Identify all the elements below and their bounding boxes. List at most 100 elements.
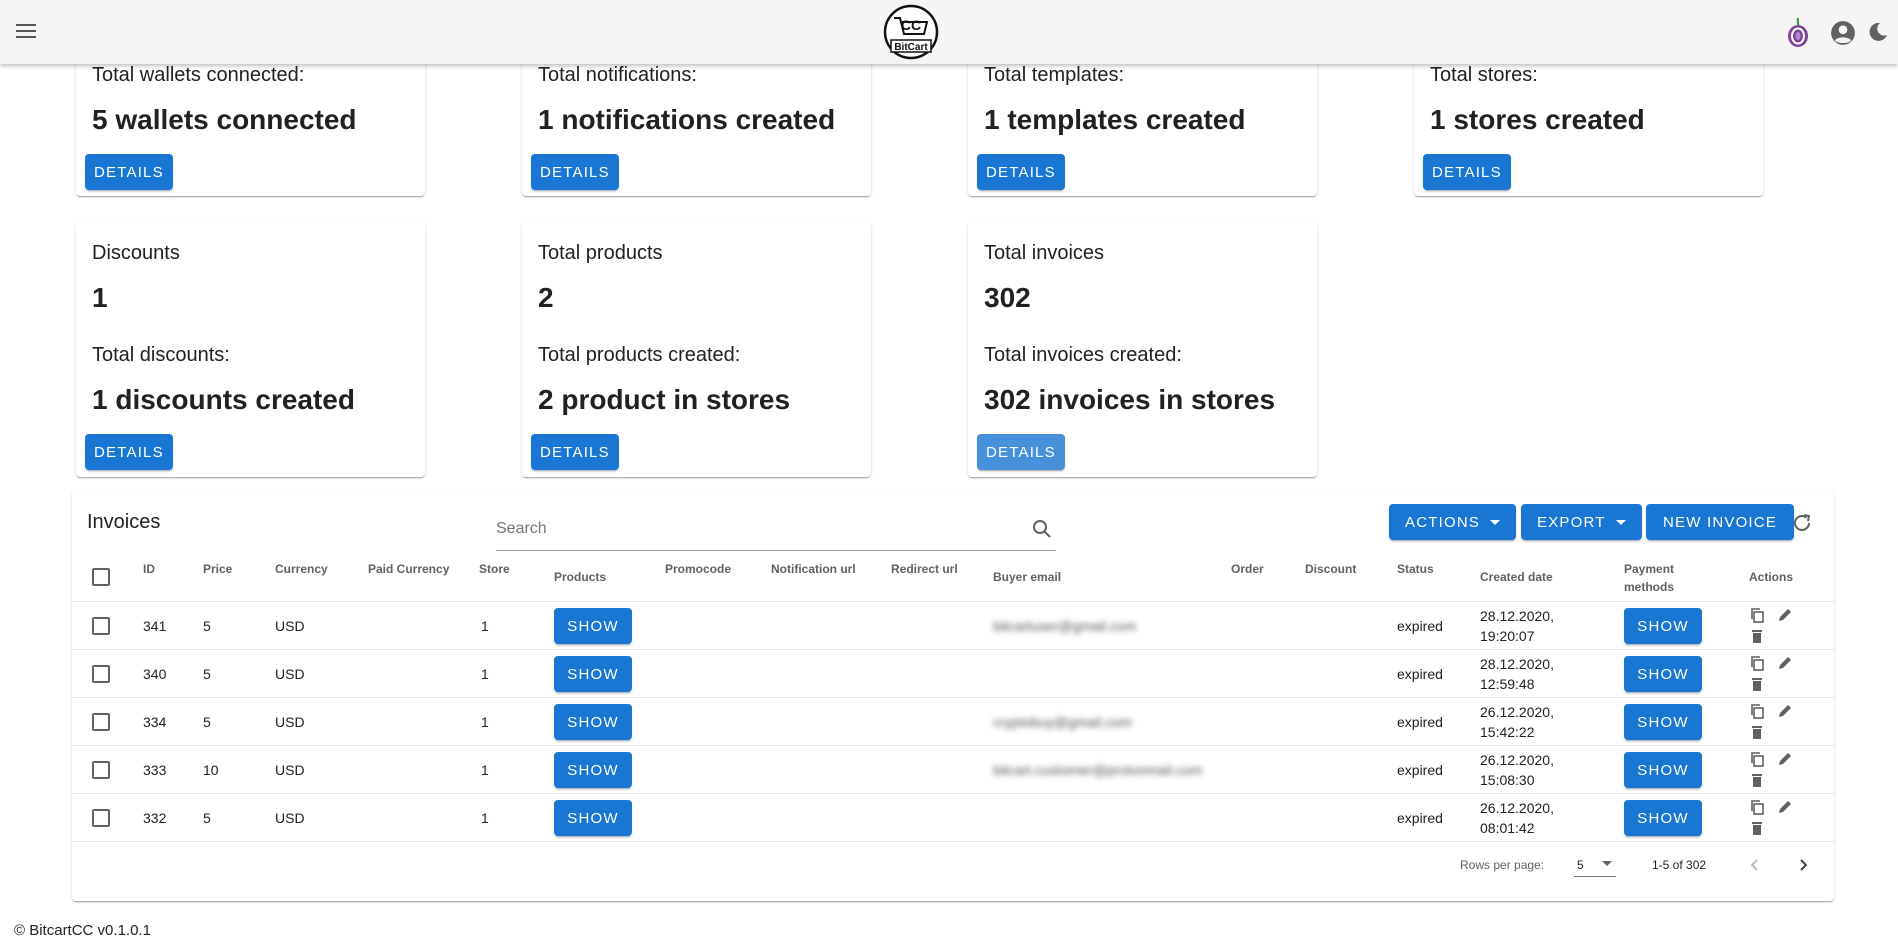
cell-date: 26.12.2020, [1480, 704, 1554, 720]
edit-icon[interactable] [1777, 703, 1793, 719]
cell-created-date: 28.12.2020, 12:59:48 [1480, 654, 1554, 694]
header-buyer-email[interactable]: Buyer email [993, 568, 1061, 586]
stores-details-button[interactable]: DETAILS [1423, 154, 1511, 190]
invoices-details-button[interactable]: DETAILS [977, 434, 1065, 470]
row-checkbox[interactable] [92, 761, 110, 779]
copy-icon[interactable] [1749, 703, 1765, 719]
products-show-button[interactable]: SHOW [554, 656, 632, 692]
header-currency[interactable]: Currency [275, 560, 328, 578]
header-paid-currency[interactable]: Paid Currency [368, 560, 449, 578]
products-show-button[interactable]: SHOW [554, 608, 632, 644]
header-created-date[interactable]: Created date [1480, 568, 1553, 586]
rows-per-page-select[interactable]: 5 [1574, 853, 1616, 877]
templates-details-button[interactable]: DETAILS [977, 154, 1065, 190]
copy-icon[interactable] [1749, 799, 1765, 815]
refresh-icon[interactable] [1790, 511, 1814, 535]
header-status[interactable]: Status [1397, 560, 1434, 578]
copy-icon[interactable] [1749, 751, 1765, 767]
card-label: Total wallets connected: [92, 64, 305, 86]
card-label-2: Total discounts: [92, 344, 230, 366]
products-show-button[interactable]: SHOW [554, 704, 632, 740]
select-all-checkbox[interactable] [92, 568, 110, 586]
search-icon[interactable] [1032, 519, 1052, 539]
header-id[interactable]: ID [143, 560, 155, 578]
products-details-button[interactable]: DETAILS [531, 434, 619, 470]
card-value: 2 product in stores [538, 384, 791, 415]
copy-icon[interactable] [1749, 607, 1765, 623]
payment-show-button[interactable]: SHOW [1624, 752, 1702, 788]
notifications-details-button[interactable]: DETAILS [531, 154, 619, 190]
header-products[interactable]: Products [554, 568, 606, 586]
cell-date: 28.12.2020, [1480, 656, 1554, 672]
edit-icon[interactable] [1777, 751, 1793, 767]
card-value: 1 discounts created [92, 384, 355, 415]
account-circle-icon[interactable] [1830, 20, 1856, 46]
payment-show-button[interactable]: SHOW [1624, 608, 1702, 644]
row-checkbox[interactable] [92, 809, 110, 827]
tor-onion-icon[interactable] [1785, 16, 1811, 48]
card-value: 1 notifications created [538, 104, 836, 135]
cell-time: 12:59:48 [1480, 676, 1535, 692]
new-invoice-button[interactable]: NEW INVOICE [1646, 504, 1795, 540]
cell-id: 332 [143, 810, 167, 826]
export-button[interactable]: EXPORT [1521, 504, 1642, 540]
row-checkbox[interactable] [92, 617, 110, 635]
chevron-left-icon[interactable] [1745, 855, 1765, 875]
cell-price: 5 [203, 810, 211, 826]
cell-date: 26.12.2020, [1480, 752, 1554, 768]
edit-icon[interactable] [1777, 655, 1793, 671]
cell-price: 10 [203, 762, 219, 778]
card-label: Total notifications: [538, 64, 697, 86]
products-show-button[interactable]: SHOW [554, 752, 632, 788]
new-invoice-label: NEW INVOICE [1663, 513, 1778, 531]
header-promocode[interactable]: Promocode [665, 560, 731, 578]
invoices-table: Invoices ACTIONS EXPORT NEW INVOICE ID P… [72, 491, 1834, 901]
cell-time: 19:20:07 [1480, 628, 1535, 644]
edit-icon[interactable] [1777, 607, 1793, 623]
header-notification-url[interactable]: Notification url [771, 560, 856, 578]
menu-icon[interactable] [12, 20, 40, 44]
cell-id: 341 [143, 618, 167, 634]
wallets-details-button[interactable]: DETAILS [85, 154, 173, 190]
chevron-down-icon [1615, 519, 1626, 525]
row-checkbox[interactable] [92, 713, 110, 731]
delete-icon[interactable] [1749, 724, 1765, 740]
card-value: 1 stores created [1430, 104, 1645, 135]
cell-status: expired [1397, 714, 1443, 730]
divider [72, 649, 1834, 650]
row-checkbox[interactable] [92, 665, 110, 683]
discounts-details-button[interactable]: DETAILS [85, 434, 173, 470]
copy-icon[interactable] [1749, 655, 1765, 671]
cell-store: 1 [481, 762, 489, 778]
header-price[interactable]: Price [203, 560, 232, 578]
header-redirect-url[interactable]: Redirect url [891, 560, 958, 578]
delete-icon[interactable] [1749, 820, 1765, 836]
payment-show-button[interactable]: SHOW [1624, 656, 1702, 692]
cell-id: 333 [143, 762, 167, 778]
cell-buyer-email: bitcartuser@gmail.com [993, 618, 1137, 634]
products-card: Total products 2 Total products created:… [522, 222, 871, 477]
actions-button[interactable]: ACTIONS [1389, 504, 1517, 540]
actions-label: ACTIONS [1405, 513, 1481, 531]
edit-icon[interactable] [1777, 799, 1793, 815]
card-label: Total invoices [984, 242, 1105, 264]
cell-buyer-email: bitcart.customer@protonmail.com [993, 762, 1203, 778]
header-store[interactable]: Store [479, 560, 510, 578]
payment-show-button[interactable]: SHOW [1624, 800, 1702, 836]
header-payment-methods[interactable]: Payment methods [1624, 560, 1674, 596]
page-range: 1-5 of 302 [1652, 858, 1707, 872]
cell-store: 1 [481, 666, 489, 682]
delete-icon[interactable] [1749, 628, 1765, 644]
delete-icon[interactable] [1749, 676, 1765, 692]
search-input[interactable] [496, 511, 1016, 547]
card-label: Total templates: [984, 64, 1125, 86]
cell-currency: USD [275, 618, 305, 634]
header-discount[interactable]: Discount [1305, 560, 1356, 578]
payment-show-button[interactable]: SHOW [1624, 704, 1702, 740]
products-show-button[interactable]: SHOW [554, 800, 632, 836]
chevron-right-icon[interactable] [1793, 855, 1813, 875]
moon-icon[interactable] [1866, 20, 1890, 44]
delete-icon[interactable] [1749, 772, 1765, 788]
header-order[interactable]: Order [1231, 560, 1264, 578]
bitcart-logo[interactable]: CC BitCart [882, 4, 940, 60]
